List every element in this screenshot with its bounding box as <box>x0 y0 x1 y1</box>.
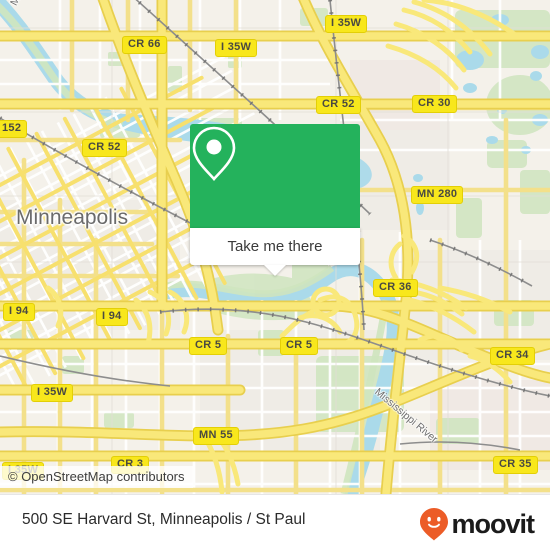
shield-cr-52[interactable]: CR 52 <box>316 96 361 114</box>
popup-pointer-tail <box>264 265 286 276</box>
shield-mn-55[interactable]: MN 55 <box>193 427 239 445</box>
shield-i-35w[interactable]: I 35W <box>31 384 74 402</box>
shield-152[interactable]: 152 <box>0 120 28 138</box>
osm-attribution[interactable]: © OpenStreetMap contributors <box>0 466 193 488</box>
location-popup-card[interactable]: Take me there <box>190 124 360 276</box>
map-canvas[interactable]: Minneapolis Mississippi Mississippi Rive… <box>0 0 550 494</box>
address-label: 500 SE Harvard St, Minneapolis / St Paul <box>22 511 306 528</box>
take-me-there-label: Take me there <box>227 238 323 255</box>
take-me-there-button[interactable]: Take me there <box>190 228 360 265</box>
shield-cr-52[interactable]: CR 52 <box>82 139 127 157</box>
shield-cr-30[interactable]: CR 30 <box>412 95 457 113</box>
shield-i-35w[interactable]: I 35W <box>325 15 368 33</box>
moovit-wordmark: moovit <box>451 508 535 539</box>
popup-header <box>190 124 360 228</box>
shield-cr-35[interactable]: CR 35 <box>493 456 538 474</box>
shield-cr-5[interactable]: CR 5 <box>280 337 319 355</box>
shield-cr-36[interactable]: CR 36 <box>373 279 418 297</box>
city-label-minneapolis: Minneapolis <box>16 206 129 229</box>
shield-i-94[interactable]: I 94 <box>96 308 128 326</box>
shield-cr-5[interactable]: CR 5 <box>189 337 228 355</box>
map-pin-icon <box>192 126 236 181</box>
shield-cr-34[interactable]: CR 34 <box>490 347 535 365</box>
moovit-map-screen: Minneapolis Mississippi Mississippi Rive… <box>0 0 550 550</box>
shield-i-94[interactable]: I 94 <box>3 303 35 321</box>
shield-mn-280[interactable]: MN 280 <box>411 186 464 204</box>
shield-cr-66[interactable]: CR 66 <box>122 36 167 54</box>
shield-i-35w[interactable]: I 35W <box>215 39 258 57</box>
moovit-pin-smiley-icon <box>420 508 449 541</box>
footer-bar: 500 SE Harvard St, Minneapolis / St Paul… <box>0 494 550 550</box>
moovit-logo[interactable]: moovit <box>419 507 535 541</box>
